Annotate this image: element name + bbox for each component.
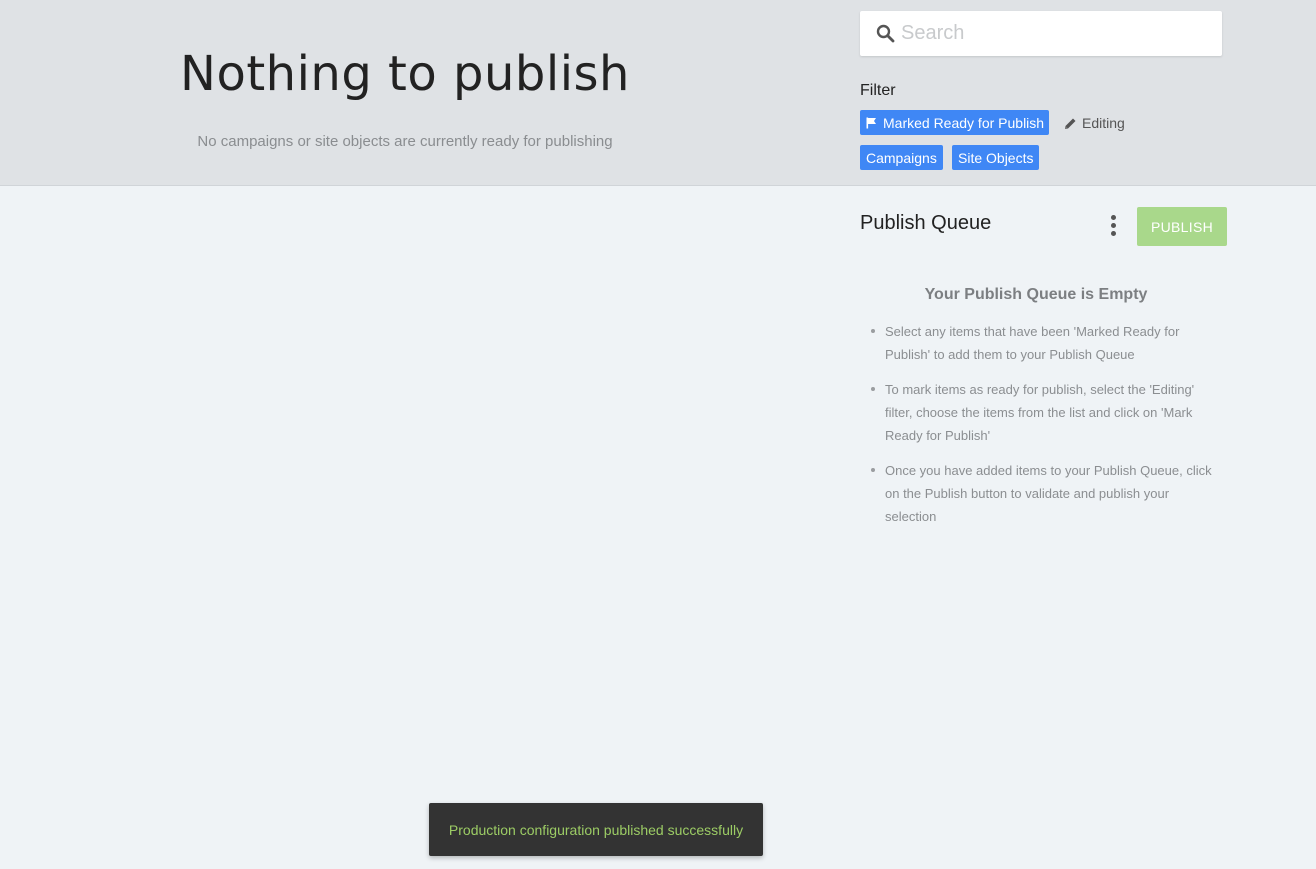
list-item: Once you have added items to your Publis… <box>871 459 1219 528</box>
toast-message: Production configuration published succe… <box>448 821 744 838</box>
publish-queue-title: Publish Queue <box>860 212 992 234</box>
pencil-icon <box>1064 117 1077 130</box>
flag-icon <box>866 117 877 129</box>
filter-chip-marked-ready[interactable]: Marked Ready for Publish <box>860 110 1049 135</box>
more-options-icon[interactable] <box>1104 211 1122 239</box>
filter-chip-label: Site Objects <box>958 149 1034 166</box>
help-list: Select any items that have been 'Marked … <box>871 320 1219 540</box>
filter-chip-label: Marked Ready for Publish <box>883 114 1045 131</box>
search-box[interactable] <box>860 11 1222 56</box>
publish-button[interactable]: PUBLISH <box>1137 207 1227 246</box>
filter-chip-site-objects[interactable]: Site Objects <box>952 145 1039 170</box>
toast-notification: Production configuration published succe… <box>429 803 763 856</box>
filter-chip-label: Editing <box>1082 115 1125 131</box>
empty-state-title: Nothing to publish <box>180 46 630 102</box>
filter-chip-campaigns[interactable]: Campaigns <box>860 145 943 170</box>
filter-label: Filter <box>860 82 896 99</box>
search-input[interactable] <box>901 11 1222 56</box>
empty-state-subtitle: No campaigns or site objects are current… <box>197 133 613 150</box>
filter-chip-label: Campaigns <box>866 149 937 166</box>
publish-page: Nothing to publish No campaigns or site … <box>0 0 1316 869</box>
empty-queue-title: Your Publish Queue is Empty <box>924 286 1148 303</box>
list-item: To mark items as ready for publish, sele… <box>871 378 1219 447</box>
header-band: Nothing to publish No campaigns or site … <box>0 0 1316 186</box>
filter-chip-editing[interactable]: Editing <box>1064 114 1125 132</box>
search-icon <box>875 24 895 44</box>
list-item: Select any items that have been 'Marked … <box>871 320 1219 366</box>
